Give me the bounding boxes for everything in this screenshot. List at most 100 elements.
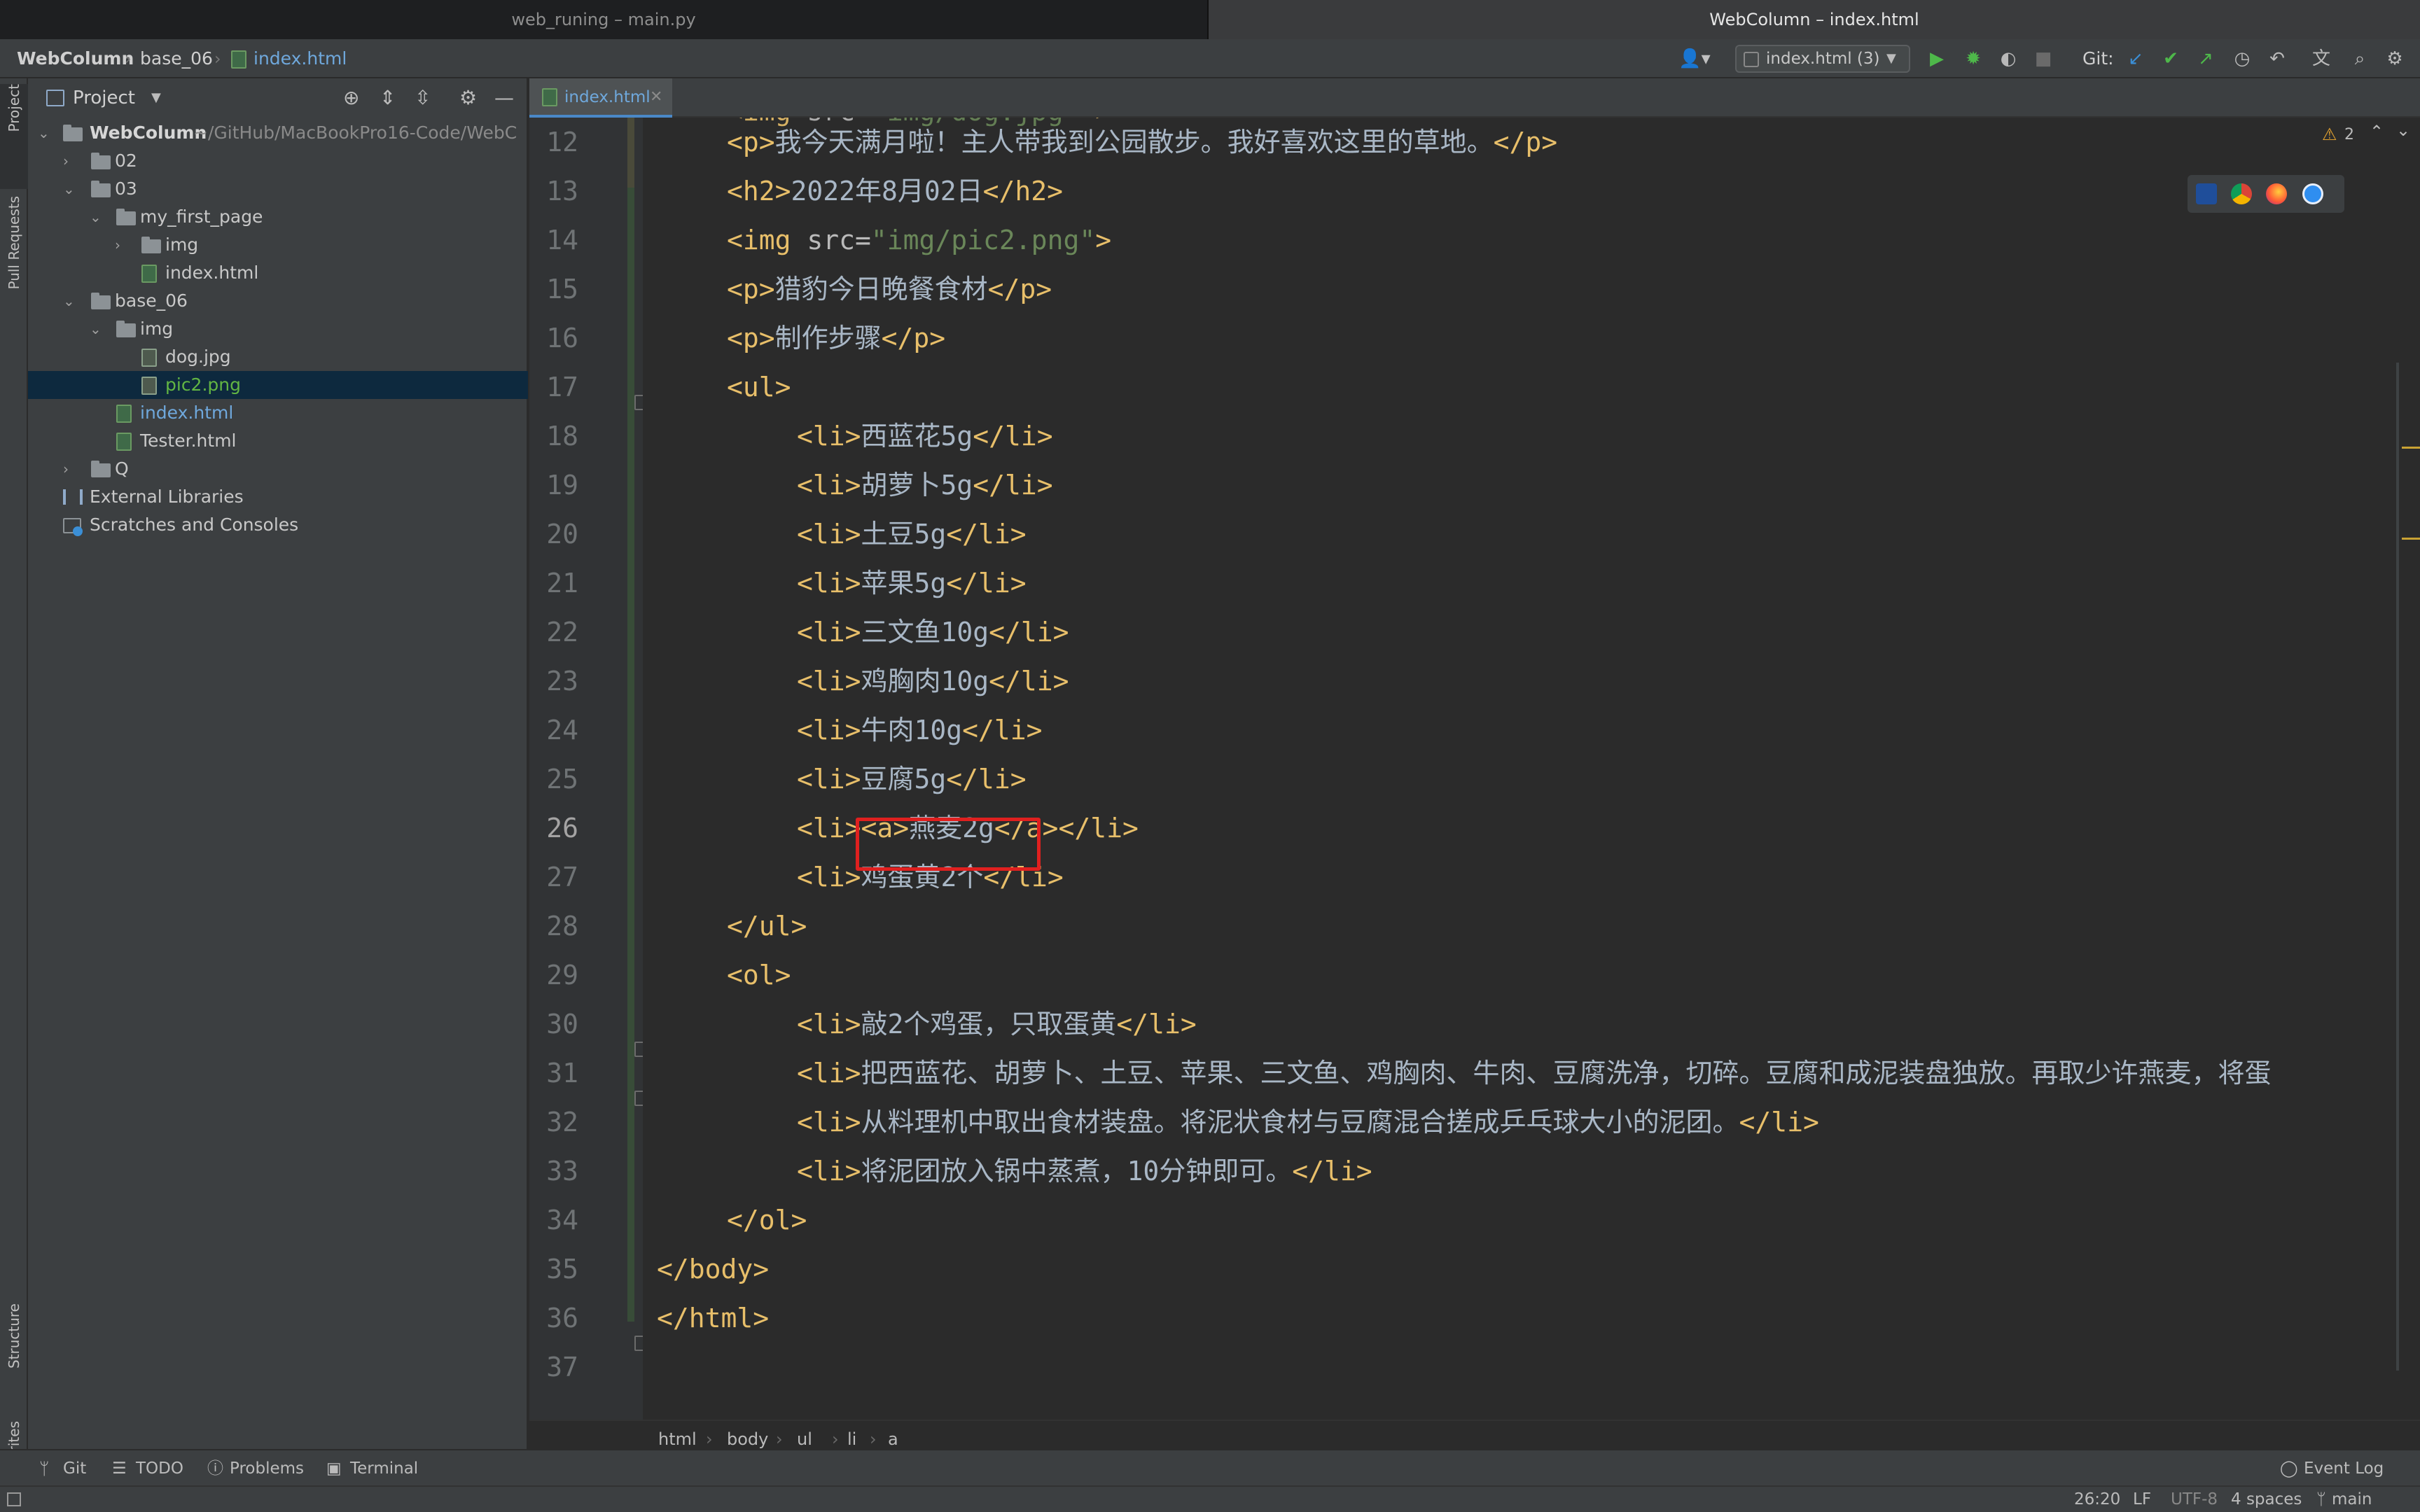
image-file-icon [141, 377, 157, 395]
git-branch-icon: ᛘ [2316, 1490, 2326, 1508]
panel-toggle-icon[interactable] [7, 1492, 21, 1506]
tree-label: base_06 [115, 290, 188, 311]
tree-item-external-libraries[interactable]: External Libraries [28, 483, 528, 511]
folder-icon [91, 181, 111, 197]
tree-item-q[interactable]: › Q [28, 455, 528, 483]
tree-label: WebColumn [90, 122, 207, 143]
safari-icon[interactable] [2302, 183, 2323, 204]
file-encoding[interactable]: UTF-8 [2171, 1487, 2218, 1512]
toolwindow-git[interactable]: Git [63, 1450, 86, 1487]
tree-item-dog-jpg[interactable]: dog.jpg [28, 343, 528, 371]
tree-item-index-html[interactable]: index.html [28, 259, 528, 287]
html-file-icon [542, 88, 557, 106]
chevron-down-icon[interactable]: ⌄ [2396, 120, 2410, 140]
nav-crumb-project[interactable]: WebColumn [17, 39, 134, 78]
code-line: <li>苹果5g</li> [797, 559, 1027, 608]
coverage-icon[interactable]: ◐ [1994, 46, 2022, 71]
line-number: 21 [546, 568, 578, 598]
toolwindow-problems[interactable]: Problems [230, 1450, 304, 1487]
caret-position[interactable]: 26:20 [2074, 1487, 2120, 1512]
close-icon[interactable]: ✕ [650, 78, 662, 116]
code-token: </ul> [727, 911, 807, 941]
firefox-icon[interactable] [2266, 183, 2287, 204]
tab-label: index.html [564, 88, 651, 106]
tree-label: img [165, 234, 199, 255]
toolwindow-event-log[interactable]: Event Log [2304, 1450, 2384, 1487]
project-panel-title[interactable]: Project [73, 78, 135, 118]
tree-item-scratches[interactable]: Scratches and Consoles [28, 511, 528, 539]
line-separator[interactable]: LF [2133, 1487, 2151, 1512]
nav-crumb-folder[interactable]: base_06 [140, 39, 213, 78]
tab-index-html[interactable]: index.html ✕ [529, 78, 672, 118]
search-icon[interactable]: ⌕ [2346, 46, 2374, 71]
indent-setting[interactable]: 4 spaces [2231, 1487, 2302, 1512]
tree-item-02[interactable]: › 02 [28, 147, 528, 175]
tree-item-base-06[interactable]: ⌄ base_06 [28, 287, 528, 315]
stop-icon[interactable]: ■ [2031, 46, 2056, 71]
code-text: 鸡胸肉10g [861, 666, 989, 696]
git-push-icon[interactable]: ↗ [2192, 46, 2220, 71]
code-line: <li>三文鱼10g</li> [797, 608, 1069, 657]
minimize-icon[interactable]: — [494, 78, 514, 118]
jetbrains-browser-icon[interactable] [2196, 183, 2217, 204]
tool-tab-project[interactable]: Project [0, 84, 28, 189]
collapse-all-icon[interactable]: ⇳ [415, 78, 431, 118]
run-configuration-select[interactable]: index.html (3) ▼ [1735, 45, 1910, 73]
chevron-up-icon[interactable]: ⌃ [2370, 122, 2384, 141]
code-token: </li> [973, 421, 1053, 451]
warning-icon[interactable]: ⚠ [2322, 125, 2337, 144]
line-number: 19 [546, 470, 578, 500]
rollback-icon[interactable]: ↶ [2263, 46, 2291, 71]
tool-tab-pull-requests[interactable]: Pull Requests [0, 196, 28, 399]
code-token: <ul> [727, 372, 791, 402]
git-commit-icon[interactable]: ✔ [2157, 46, 2185, 71]
history-icon[interactable]: ◷ [2228, 46, 2256, 71]
line-number: 29 [546, 960, 578, 990]
code-editor[interactable]: <img src="img/dog.jpg" > <p>我今天满月啦！主人带我到… [643, 118, 2420, 1420]
user-icon[interactable]: 👤▾ [1676, 46, 1713, 71]
tree-item-img[interactable]: › img [28, 231, 528, 259]
run-icon[interactable]: ▶ [1924, 46, 1949, 71]
chevron-right-icon: › [63, 461, 69, 477]
tree-label: 02 [115, 150, 137, 171]
tree-item-img[interactable]: ⌄ img [28, 315, 528, 343]
locate-icon[interactable]: ⊕ [343, 78, 359, 118]
tree-item-index-html[interactable]: index.html [28, 399, 528, 427]
code-token: </li> [973, 470, 1053, 500]
code-line: </html> [657, 1294, 769, 1343]
debug-icon[interactable]: ✹ [1959, 46, 1987, 71]
scroll-marker [2402, 538, 2420, 540]
code-token: <ol> [727, 960, 791, 990]
tree-item-03[interactable]: ⌄ 03 [28, 175, 528, 203]
translate-icon[interactable]: 文 [2307, 46, 2336, 71]
toolwindow-terminal[interactable]: Terminal [350, 1450, 418, 1487]
tree-item-pic2-png[interactable]: pic2.png [28, 371, 528, 399]
image-file-icon [141, 349, 157, 367]
gear-icon[interactable]: ⚙ [459, 78, 477, 118]
gear-icon[interactable]: ⚙ [2381, 46, 2409, 71]
code-line: <p>猎豹今日晚餐食材</p> [727, 265, 1052, 314]
tree-item-tester-html[interactable]: Tester.html [28, 427, 528, 455]
git-branch[interactable]: main [2332, 1487, 2372, 1512]
git-label: Git: [2082, 48, 2114, 69]
chevron-down-icon[interactable]: ▼ [151, 78, 161, 118]
code-line: <ol> [727, 951, 791, 1000]
toolwindow-todo[interactable]: TODO [136, 1450, 183, 1487]
project-panel-header: Project ▼ ⊕ ⇕ ⇳ ⚙ — [28, 78, 528, 118]
scrollbar-track[interactable] [2396, 363, 2399, 1371]
warning-count[interactable]: 2 [2344, 126, 2354, 144]
nav-crumb-file[interactable]: index.html [253, 39, 347, 78]
code-line: <li>豆腐5g</li> [797, 755, 1027, 804]
code-token: <li> [797, 1009, 861, 1040]
code-token: <li> [797, 568, 861, 598]
tree-item-webcolumn[interactable]: ⌄ WebColumn ~/GitHub/MacBookPro16-Code/W… [28, 119, 528, 147]
tool-tab-structure[interactable]: Structure [0, 1226, 28, 1394]
tree-item-my-first-page[interactable]: ⌄ my_first_page [28, 203, 528, 231]
expand-all-icon[interactable]: ⇕ [380, 78, 396, 118]
code-token: <li> [797, 764, 861, 794]
git-update-icon[interactable]: ↙ [2122, 46, 2150, 71]
chrome-icon[interactable] [2231, 183, 2252, 204]
tree-label: External Libraries [90, 486, 244, 507]
tree-path-hint: ~/GitHub/MacBookPro16-Code/WebC [193, 122, 517, 143]
code-line: <h2>2022年8月02日</h2> [727, 167, 1063, 216]
